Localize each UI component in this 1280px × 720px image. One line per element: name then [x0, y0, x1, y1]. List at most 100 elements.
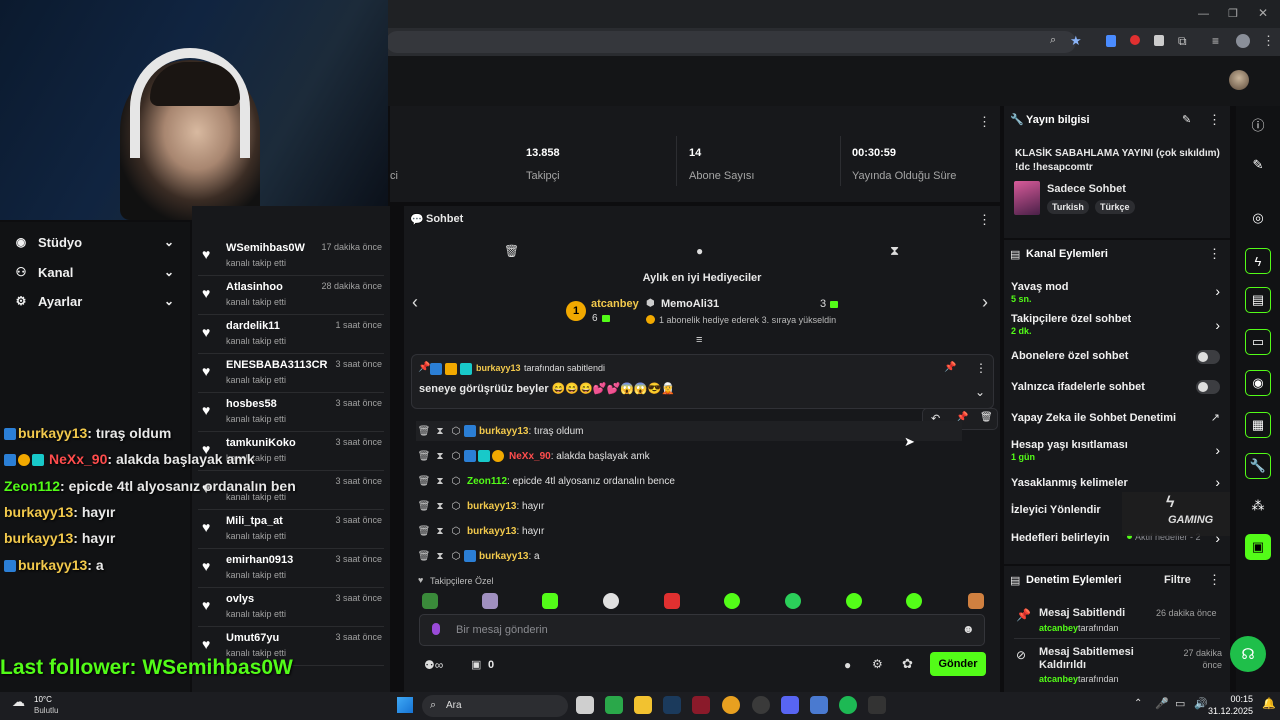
more-options-icon[interactable]: ⋮ — [975, 361, 987, 375]
chat-user[interactable]: Zeon112 — [467, 476, 507, 487]
pencil-icon[interactable]: ✎ — [1245, 152, 1271, 178]
chevron-right-icon[interactable]: › — [982, 292, 988, 313]
support-headset-icon[interactable]: ☊ — [1230, 636, 1266, 672]
follower-row[interactable]: ♥ WSemihbas0W 17 dakika önce kanalı takip e… — [198, 238, 384, 276]
hourglass-icon[interactable]: ⧗ — [432, 426, 448, 437]
trash-icon[interactable]: 🗑 — [416, 501, 432, 512]
tag-chip[interactable]: Türkçe — [1095, 200, 1135, 214]
nav-studio[interactable]: ◉ Stüdyo ⌄ — [0, 230, 190, 254]
chevron-right-icon[interactable]: › — [1215, 442, 1220, 458]
gear-icon[interactable]: ⚙ — [872, 657, 883, 671]
subs-chat-toggle[interactable] — [1196, 350, 1220, 364]
document-icon[interactable]: ▤ — [1245, 287, 1271, 313]
close-icon[interactable]: ✕ — [1258, 6, 1268, 20]
weather-icon[interactable]: ☁ — [12, 694, 25, 710]
puzzle-icon[interactable]: ✿ — [902, 656, 913, 672]
microphone-icon[interactable] — [432, 623, 440, 635]
emote-icon[interactable] — [846, 593, 862, 609]
pinned-by-user[interactable]: burkayy13 — [476, 363, 521, 373]
taskview-icon[interactable] — [576, 696, 594, 714]
hourglass-icon[interactable]: ⧗ — [432, 501, 448, 512]
app-icon[interactable]: ▣ — [1245, 534, 1271, 560]
extension-icon[interactable] — [1130, 35, 1140, 45]
volume-icon[interactable]: 🔊 — [1194, 697, 1208, 710]
chat-message[interactable]: 🗑 ⧗ ⬡ burkayy13: tıraş oldum — [416, 421, 962, 441]
second-gifter-name[interactable]: MemoAli31 — [661, 298, 719, 310]
chat-bubble-icon[interactable]: ● — [844, 658, 851, 672]
shield-icon[interactable]: ⬡ — [448, 501, 464, 512]
extensions-puzzle-icon[interactable]: ⧉ — [1178, 34, 1187, 49]
mod-action-user[interactable]: atcanbey — [1039, 623, 1078, 633]
microphone-icon[interactable]: 🎤 — [1155, 697, 1169, 710]
info-icon[interactable]: ⓘ — [1245, 111, 1271, 137]
broadcast-icon[interactable]: ◉ — [1245, 370, 1271, 396]
chat-message[interactable]: 🗑 ⧗ ⬡ burkayy13: a — [416, 546, 540, 566]
more-options-icon[interactable]: ⋮ — [1208, 572, 1221, 588]
chat-message[interactable]: 🗑 ⧗ ⬡ Zeon112: epicde 4tl alyosanız ordanal… — [416, 471, 675, 491]
trash-icon[interactable]: 🗑 — [416, 451, 432, 462]
file-explorer-icon[interactable] — [634, 696, 652, 714]
bookmark-star-icon[interactable]: ★ — [1070, 33, 1082, 49]
follower-row[interactable]: ♥ Mili_tpa_at 3 saat önce kanalı takip etti — [198, 511, 384, 549]
reading-list-icon[interactable]: ≡ — [1212, 34, 1219, 48]
follower-row[interactable]: ♥ dardelik11 1 saat önce kanalı takip etti — [198, 316, 384, 354]
follower-row[interactable]: ♥ ENESBABA3113CR 3 saat önce kanalı takip e… — [198, 355, 384, 393]
address-bar[interactable]: ⌕ ★ — [386, 31, 1082, 53]
emote-icon[interactable] — [482, 593, 498, 609]
chat-user[interactable]: burkayy13 — [479, 426, 528, 437]
category-thumbnail[interactable] — [1014, 181, 1040, 215]
cluster-icon[interactable]: ⁂ — [1245, 493, 1271, 519]
edit-icon[interactable]: ✎ — [1182, 113, 1191, 126]
follower-row[interactable]: ♥ hosbes58 3 saat önce kanalı takip etti — [198, 394, 384, 432]
chat-user[interactable]: burkayy13 — [467, 526, 516, 537]
store-icon[interactable]: ▣ — [471, 658, 481, 671]
category-name[interactable]: Sadece Sohbet — [1047, 183, 1126, 195]
restore-icon[interactable]: ❐ — [1228, 7, 1238, 20]
emoji-icon[interactable]: ☻ — [962, 622, 975, 636]
emote-icon[interactable] — [906, 593, 922, 609]
nav-channel[interactable]: ⚇ Kanal ⌄ — [0, 260, 190, 284]
windows-start-icon[interactable] — [397, 697, 413, 713]
more-options-icon[interactable]: ⋮ — [1208, 246, 1221, 262]
tag-chip[interactable]: Turkish — [1047, 200, 1089, 214]
emote-icon[interactable] — [603, 593, 619, 609]
chevron-right-icon[interactable]: › — [1215, 317, 1220, 333]
tray-chevron-icon[interactable]: ⌃ — [1134, 698, 1142, 709]
emote-icon[interactable] — [968, 593, 984, 609]
trash-icon[interactable]: 🗑 — [416, 526, 432, 537]
pin-icon[interactable]: 📌 — [944, 362, 956, 373]
follower-row[interactable]: ♥ emirhan0913 3 saat önce kanalı takip etti — [198, 550, 384, 588]
chat-icon[interactable]: ▭ — [1245, 329, 1271, 355]
chrome-icon[interactable] — [722, 696, 740, 714]
discord-icon[interactable] — [781, 696, 799, 714]
chat-message[interactable]: 🗑 ⧗ ⬡ burkayy13: hayır — [416, 496, 545, 516]
follower-row[interactable]: ♥ Atlasinhoo 28 dakika önce kanalı takip et… — [198, 277, 384, 315]
emote-icon[interactable] — [785, 593, 801, 609]
spotify-icon[interactable] — [839, 696, 857, 714]
more-options-icon[interactable]: ⋮ — [978, 212, 991, 228]
mod-action-user[interactable]: atcanbey — [1039, 674, 1078, 684]
send-button[interactable]: Gönder — [930, 652, 986, 676]
trash-icon[interactable]: 🗑 — [416, 551, 432, 562]
emote-icon[interactable] — [422, 593, 438, 609]
chevron-left-icon[interactable]: ‹ — [412, 292, 418, 313]
expand-down-icon[interactable]: ≡ — [696, 334, 702, 346]
chat-user[interactable]: burkayy13 — [479, 551, 528, 562]
app-icon[interactable] — [752, 696, 770, 714]
hourglass-icon[interactable]: ⧗ — [890, 243, 899, 259]
users-infinity-icon[interactable]: ⚉∞ — [424, 658, 443, 672]
chat-user[interactable]: burkayy13 — [467, 501, 516, 512]
app-icon[interactable] — [810, 696, 828, 714]
zoom-icon[interactable]: ⌕ — [1050, 34, 1056, 47]
hourglass-icon[interactable]: ⧗ — [432, 451, 448, 462]
profile-avatar[interactable] — [1236, 34, 1250, 48]
message-input[interactable]: Bir mesaj gönderin ☻ — [419, 614, 985, 646]
chevron-right-icon[interactable]: › — [1215, 283, 1220, 299]
chevron-down-icon[interactable]: ⌄ — [975, 385, 985, 399]
hourglass-icon[interactable]: ⧗ — [432, 476, 448, 487]
emote-icon[interactable] — [542, 593, 558, 609]
emote-icon[interactable] — [664, 593, 680, 609]
follower-row[interactable]: ♥ ovlys 3 saat önce kanalı takip etti — [198, 589, 384, 627]
shield-icon[interactable]: ⬡ — [448, 426, 464, 437]
network-icon[interactable]: ▭ — [1175, 697, 1185, 710]
